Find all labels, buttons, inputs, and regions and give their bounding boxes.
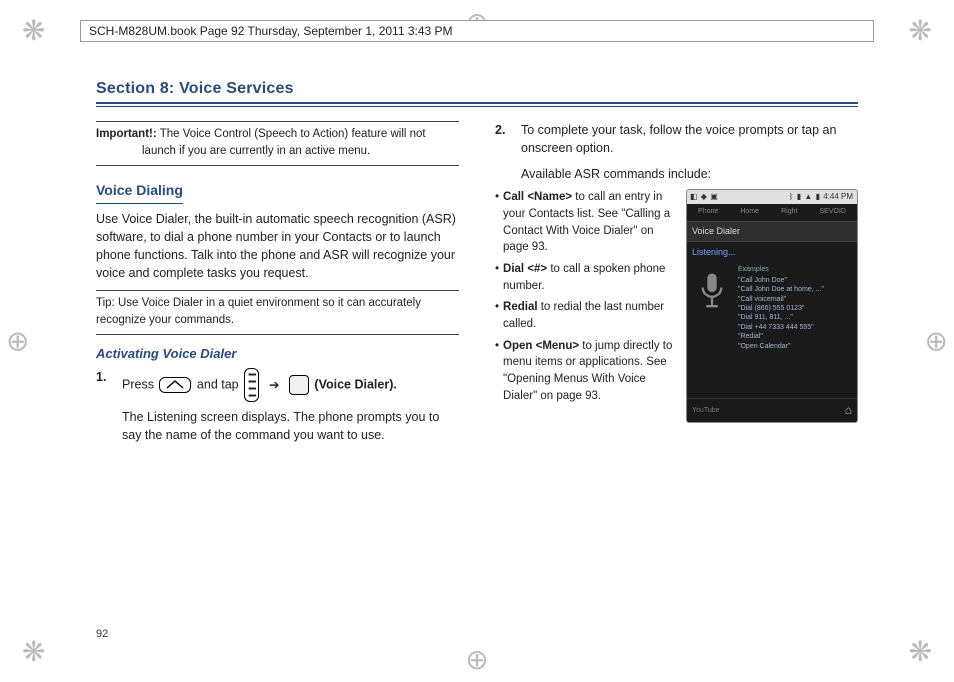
deck-item: Phone [698,207,718,217]
examples-heading: Examples [738,265,852,274]
command-item: • Dial <#> to call a spoken phone number… [495,261,674,294]
commands-block: • Call <Name> to call an entry in your C… [495,189,858,423]
voice-dialer-title: Voice Dialer [687,221,857,242]
wifi-icon: ▲ [804,192,812,201]
phone-deck: Phone Home Right SEVOID [687,204,857,219]
example-item: "Dial 911, 811, ..." [738,313,852,322]
step-text: Available ASR commands include: [521,165,858,183]
voice-dialer-icon [289,375,309,395]
section-rule [96,106,858,107]
deck-item: Right [781,207,797,217]
arrow-icon: ➔ [269,378,279,392]
print-gear-icon: ❋ [909,14,932,47]
apps-grid-icon: ▪▪▪▪▪▪▪▪▪▪▪▪▪▪▪▪ [244,368,259,402]
voice-dialing-paragraph: Use Voice Dialer, the built-in automatic… [96,210,459,283]
signal-icon: ▮ [797,192,801,201]
step-text: Press [122,378,154,392]
step-text: and tap [197,378,239,392]
example-item: "Redial" [738,332,852,341]
deck-item: Home [740,207,759,217]
notification-icon: ▣ [710,192,718,201]
commands-list: • Call <Name> to call an entry in your C… [495,189,674,423]
important-text: The Voice Control (Speech to Action) fea… [142,128,426,157]
clock: 4:44 PM [823,192,853,201]
battery-icon: ▮ [816,192,820,201]
notification-icon: ◆ [701,192,707,201]
bluetooth-icon: ᛒ [789,192,794,201]
example-item: "Call John Doe" [738,276,852,285]
example-item: "Dial +44 7333 444 555" [738,323,852,332]
column-right: 2. To complete your task, follow the voi… [495,121,858,451]
command-item: • Call <Name> to call an entry in your C… [495,189,674,256]
important-note: Important!: The Voice Control (Speech to… [96,121,459,166]
step-text: (Voice Dialer). [314,378,396,392]
step-1: 1. Press and tap ▪▪▪▪▪▪▪▪▪▪▪▪▪▪▪▪ ➔ (Voi… [96,368,459,444]
status-icons: ◧ ◆ ▣ [690,191,719,203]
notification-icon: ◧ [690,192,698,201]
voice-dialing-heading: Voice Dialing [96,180,183,203]
phone-bottom-bar: YouTube ⌂ [687,398,857,422]
home-key-icon [159,377,191,393]
registration-mark-icon: ⊕ [465,643,488,676]
phone-status-bar: ◧ ◆ ▣ ᛒ ▮ ▲ ▮ 4:44 PM [687,190,857,204]
command-item: • Redial to redial the last number calle… [495,299,674,332]
phone-screenshot: ◧ ◆ ▣ ᛒ ▮ ▲ ▮ 4:44 PM Phone [686,189,858,423]
microphone-icon [692,265,732,392]
status-icons-right: ᛒ ▮ ▲ ▮ 4:44 PM [789,191,854,203]
bullet-icon: • [495,189,499,256]
important-label: Important!: [96,128,157,140]
bullet-icon: • [495,338,499,405]
page-content: Section 8: Voice Services Important!: Th… [96,80,858,622]
tip-label: Tip: [96,297,115,309]
print-gear-icon: ❋ [909,635,932,668]
section-title: Section 8: Voice Services [96,80,858,104]
step-number: 2. [495,121,511,183]
tip-text: Use Voice Dialer in a quiet environment … [96,297,421,326]
example-item: "Call John Doe at home, ..." [738,285,852,294]
column-left: Important!: The Voice Control (Speech to… [96,121,459,451]
activating-heading: Activating Voice Dialer [96,345,459,364]
listening-label: Listening... [687,242,857,261]
command-item: • Open <Menu> to jump directly to menu i… [495,338,674,405]
print-header: SCH-M828UM.book Page 92 Thursday, Septem… [80,20,874,42]
print-gear-icon: ❋ [22,635,45,668]
bullet-icon: • [495,299,499,332]
bullet-icon: • [495,261,499,294]
step-number: 1. [96,368,112,444]
registration-mark-icon: ⊕ [925,325,948,358]
print-gear-icon: ❋ [22,14,45,47]
example-item: "Call voicemail" [738,295,852,304]
home-icon: ⌂ [845,402,852,419]
step-text: To complete your task, follow the voice … [521,121,858,157]
step-tail: The Listening screen displays. The phone… [122,408,459,444]
bottom-label: YouTube [692,406,720,416]
registration-mark-icon: ⊕ [6,325,29,358]
tip-note: Tip: Use Voice Dialer in a quiet environ… [96,290,459,335]
step-2: 2. To complete your task, follow the voi… [495,121,858,183]
page-number: 92 [96,628,108,640]
examples-list: Examples "Call John Doe" "Call John Doe … [738,265,852,392]
deck-item: SEVOID [820,207,846,217]
example-item: "Open Calendar" [738,342,852,351]
example-item: "Dial (866) 555 0123" [738,304,852,313]
